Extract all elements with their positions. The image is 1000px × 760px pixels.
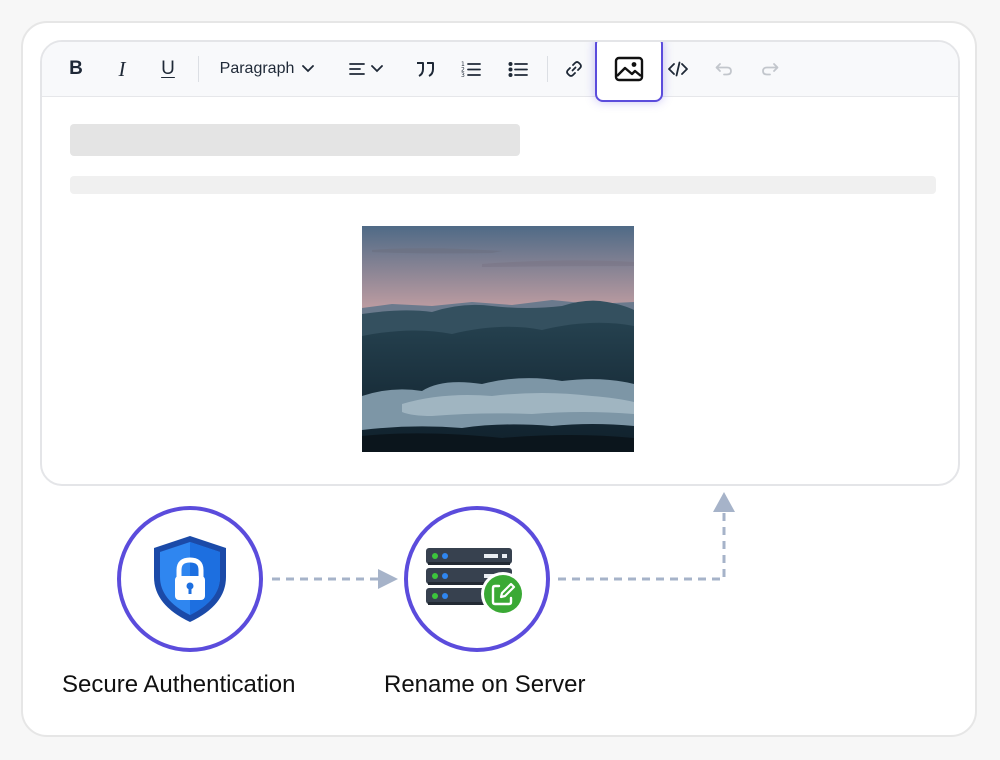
rename-on-server-node[interactable] xyxy=(404,506,550,652)
secure-authentication-node[interactable] xyxy=(117,506,263,652)
rename-on-server-label: Rename on Server xyxy=(384,671,586,698)
shield-lock-icon xyxy=(154,536,226,622)
secure-authentication-label: Secure Authentication xyxy=(62,671,296,698)
server-to-editor-connector xyxy=(558,512,726,581)
arrow-right-icon xyxy=(378,569,398,589)
server-edit-icon xyxy=(426,548,525,616)
arrow-up-icon xyxy=(713,492,735,512)
